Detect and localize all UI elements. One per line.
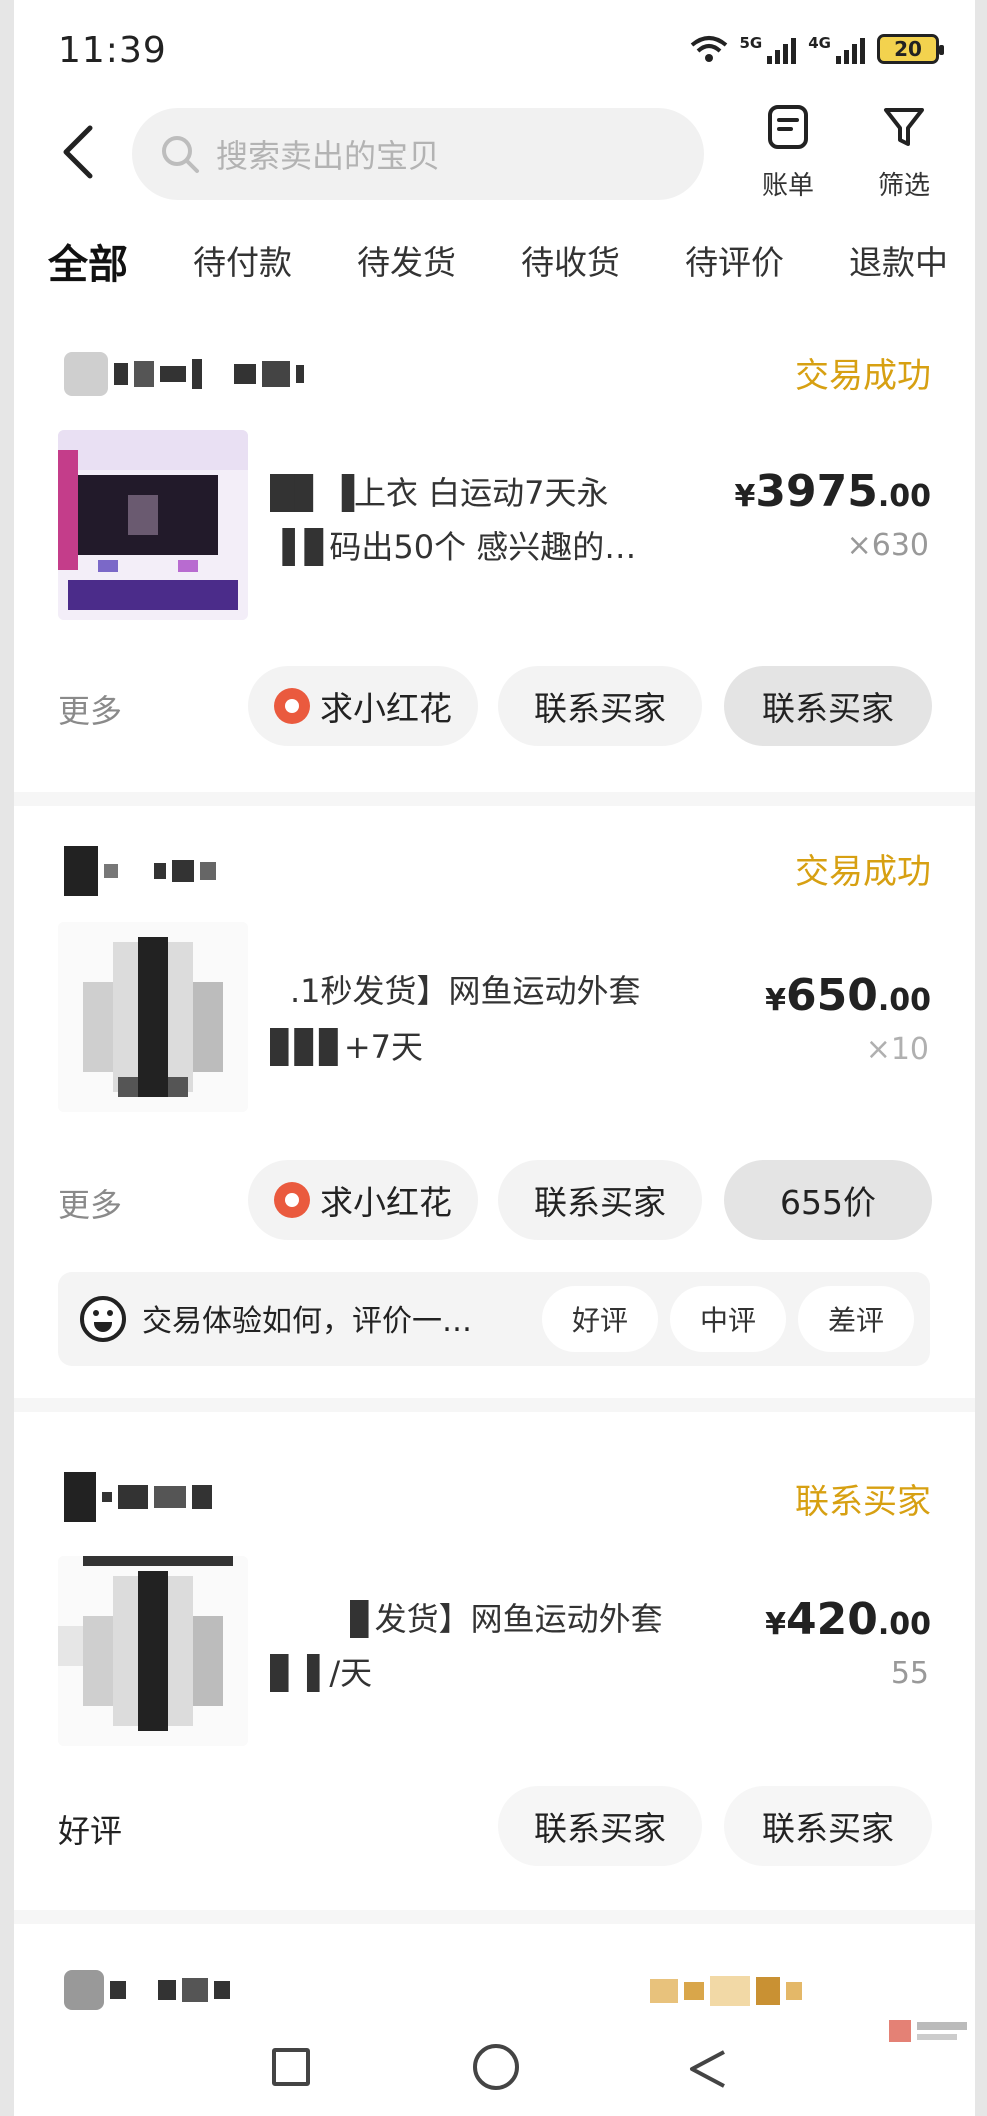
- card-divider: [14, 1398, 975, 1412]
- more-button[interactable]: 更多: [58, 686, 122, 732]
- order-status: 联系买家: [795, 1482, 931, 1522]
- order-tabs: 全部 待付款 待发货 待收货 待评价 退款中: [46, 236, 948, 294]
- price-offer-button[interactable]: 655价: [724, 1160, 932, 1240]
- good-review-label[interactable]: 好评: [58, 1806, 122, 1852]
- product-title-line2[interactable]: ▊▊▊+7天: [270, 1020, 740, 1074]
- flower-icon: [274, 1182, 310, 1218]
- ask-flower-button[interactable]: 求小红花: [248, 666, 478, 746]
- search-placeholder: 搜索卖出的宝贝: [216, 137, 441, 175]
- rating-question: 交易体验如何，评价一…: [142, 1304, 472, 1339]
- status-icons: 5G 4G 20: [690, 34, 944, 64]
- product-quantity: ×10: [865, 1032, 929, 1067]
- buyer-name-pixelated: [64, 1472, 212, 1522]
- product-title-line2[interactable]: ▐ ▊码出50个 感兴趣的…: [270, 520, 740, 574]
- filter-label: 筛选: [878, 171, 931, 201]
- order-status: 交易成功: [795, 852, 931, 892]
- contact-buyer-button[interactable]: 联系买家: [498, 666, 702, 746]
- product-title-line1[interactable]: .1秒发货】网鱼运动外套: [290, 964, 760, 1018]
- watermark-logo-icon: [889, 2020, 967, 2042]
- battery-icon: 20: [877, 34, 944, 64]
- more-button[interactable]: 更多: [58, 1180, 122, 1226]
- contact-buyer-button[interactable]: 联系买家: [498, 1160, 702, 1240]
- buyer-name-pixelated: [64, 846, 216, 896]
- search-icon: [162, 136, 199, 173]
- filter-button[interactable]: 筛选: [878, 104, 930, 202]
- app-screen: 11:39 5G 4G 20 搜索卖出的宝贝 账单 筛选 全部 待付款 待发货 …: [0, 0, 987, 2116]
- card-divider: [14, 792, 975, 806]
- bill-icon: [768, 105, 808, 149]
- filter-icon: [884, 108, 924, 146]
- smile-face-icon: [80, 1296, 126, 1342]
- contact-buyer-button-primary[interactable]: 联系买家: [724, 666, 932, 746]
- rating-neutral-button[interactable]: 中评: [670, 1286, 786, 1352]
- flower-icon: [274, 688, 310, 724]
- tab-pending-review[interactable]: 待评价: [685, 236, 784, 294]
- product-image[interactable]: [58, 430, 248, 620]
- wifi-icon: [690, 36, 727, 62]
- buyer-name-pixelated: [64, 1970, 230, 2010]
- contact-buyer-button-secondary[interactable]: 联系买家: [724, 1786, 932, 1866]
- back-nav-icon[interactable]: [686, 2046, 732, 2092]
- rating-good-button[interactable]: 好评: [542, 1286, 658, 1352]
- back-arrow-icon[interactable]: [60, 124, 94, 180]
- recent-apps-icon[interactable]: [272, 2048, 310, 2086]
- product-image[interactable]: [58, 922, 248, 1112]
- rating-prompt: 交易体验如何，评价一… 好评 中评 差评: [58, 1272, 930, 1366]
- tab-refunding[interactable]: 退款中: [849, 236, 948, 294]
- buyer-name-pixelated: [64, 352, 304, 396]
- signal-4g-icon: 4G: [808, 34, 865, 64]
- tab-pending-receipt[interactable]: 待收货: [521, 236, 620, 294]
- bill-button[interactable]: 账单: [762, 104, 814, 202]
- rating-bad-button[interactable]: 差评: [798, 1286, 914, 1352]
- signal-5g-icon: 5G: [740, 34, 797, 64]
- system-nav-bar: [14, 2020, 975, 2116]
- product-image[interactable]: [58, 1556, 248, 1746]
- screen-edge-right: [975, 0, 987, 2116]
- card-divider: [14, 1910, 975, 1924]
- product-title-line2[interactable]: ▊▐ /天: [270, 1646, 740, 1700]
- screen-edge-left: [0, 0, 14, 2116]
- status-time: 11:39: [58, 30, 167, 71]
- product-price: ¥650.00: [765, 970, 931, 1021]
- product-title-line1[interactable]: █▊ ▐上衣 白运动7天永: [270, 466, 740, 520]
- home-icon[interactable]: [473, 2044, 519, 2090]
- contact-buyer-button[interactable]: 联系买家: [498, 1786, 702, 1866]
- product-title-line1[interactable]: ▊发货】网鱼运动外套: [350, 1592, 820, 1646]
- order-status: 交易成功: [795, 356, 931, 396]
- search-input[interactable]: 搜索卖出的宝贝: [132, 108, 704, 200]
- order-status-pixelated: [650, 1976, 802, 2006]
- product-quantity: ×630: [846, 528, 929, 563]
- product-price: ¥3975.00: [734, 466, 932, 517]
- bill-label: 账单: [762, 171, 815, 201]
- tab-all[interactable]: 全部: [46, 232, 130, 290]
- tab-pending-shipment[interactable]: 待发货: [357, 236, 456, 294]
- tab-pending-payment[interactable]: 待付款: [193, 236, 292, 294]
- product-quantity: 55: [890, 1656, 929, 1691]
- product-price: ¥420.00: [765, 1594, 931, 1645]
- ask-flower-button[interactable]: 求小红花: [248, 1160, 478, 1240]
